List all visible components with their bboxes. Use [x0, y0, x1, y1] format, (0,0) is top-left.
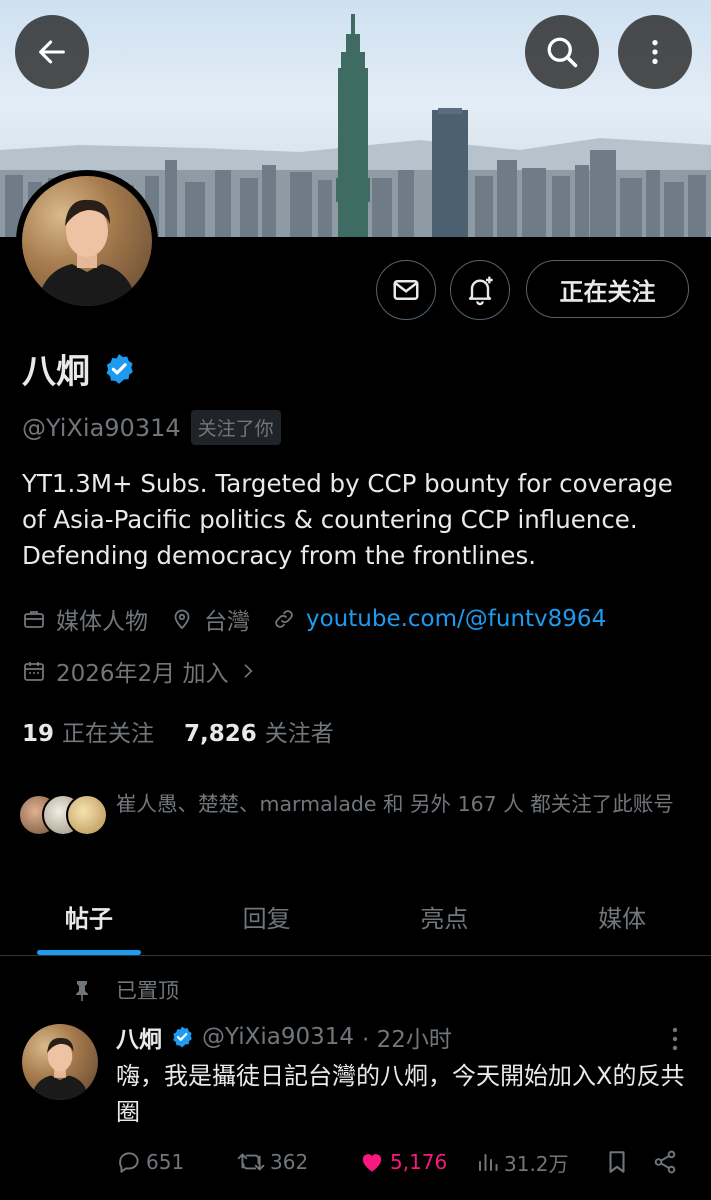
reply-button[interactable]: 651 [116, 1149, 236, 1175]
profile-handle: @YiXia90314 [22, 413, 181, 442]
bookmark-button[interactable] [604, 1148, 652, 1176]
following-stat[interactable]: 19 正在关注 [22, 714, 154, 748]
profile-category: 媒体人物 [56, 609, 148, 635]
profile-location: 台灣 [204, 609, 250, 635]
tweet-header: 八炯 @YiXia90314 · 22小时 [116, 1020, 452, 1054]
tab-replies[interactable]: 回复 [178, 878, 356, 955]
pin-icon [76, 981, 88, 1001]
bell-plus-icon [468, 276, 493, 306]
link-icon [275, 610, 293, 628]
tab-media[interactable]: 媒体 [533, 878, 711, 955]
briefcase-icon [24, 611, 44, 628]
profile-bio: YT1.3M+ Subs. Targeted by CCP bounty for… [22, 469, 673, 570]
tweet-text: 嗨，我是攝徒日記台灣的八炯，今天開始加入X的反共圈 [116, 1062, 685, 1126]
like-button[interactable]: 5,176 [358, 1149, 476, 1175]
heart-filled-icon [362, 1154, 382, 1172]
mutual-avatar [66, 794, 108, 836]
joined-row: 2026年2月 加入 [22, 654, 280, 688]
search-button[interactable] [525, 15, 599, 89]
views-button[interactable]: 31.2万 [476, 1148, 604, 1177]
tweet-more-icon[interactable] [666, 1026, 684, 1052]
location-pin-icon [174, 609, 190, 630]
mutual-followers-text: 崔人愚、楚楚、marmalade 和 另外 167 人 都关注了此账号 [116, 792, 674, 816]
avatar-image [30, 1037, 90, 1100]
followers-label: 关注者 [264, 721, 334, 747]
reply-count: 651 [146, 1150, 185, 1174]
repost-button[interactable]: 362 [236, 1149, 358, 1175]
bookmark-icon [609, 1151, 625, 1173]
verified-badge-icon [173, 1026, 192, 1048]
chevron-right-icon[interactable] [238, 661, 258, 681]
view-count: 31.2万 [504, 1151, 569, 1176]
tweet-author-name[interactable]: 八炯 [116, 1020, 162, 1054]
mutual-followers[interactable]: 崔人愚、楚楚、marmalade 和 另外 167 人 都关注了此账号 [18, 788, 682, 836]
like-count: 5,176 [390, 1150, 448, 1174]
repost-count: 362 [270, 1150, 309, 1174]
avatar-image [37, 199, 137, 306]
arrow-left-icon [39, 40, 65, 64]
profile-meta-row: 媒体人物 台灣 youtube.com/@funtv8964 [22, 602, 628, 636]
tweet-time[interactable]: · 22小时 [362, 1020, 452, 1054]
followers-stat[interactable]: 7,826 关注者 [184, 714, 334, 748]
tweet-author-avatar[interactable] [22, 1024, 98, 1100]
notifications-button[interactable] [450, 260, 510, 320]
handle-row: @YiXia90314 关注了你 [22, 410, 281, 445]
profile-avatar[interactable] [16, 170, 158, 312]
search-icon [547, 37, 578, 68]
tab-highlights[interactable]: 亮点 [356, 878, 534, 955]
followers-count: 7,826 [184, 721, 257, 747]
views-chart-icon [479, 1154, 498, 1171]
reply-icon [119, 1152, 139, 1173]
follows-you-badge: 关注了你 [190, 410, 281, 445]
following-label: 正在关注 [62, 721, 155, 747]
joined-date: 2026年2月 加入 [56, 661, 229, 687]
back-button[interactable] [15, 15, 89, 89]
pinned-label: 已置顶 [116, 979, 179, 1003]
share-icon [654, 1150, 676, 1174]
pinned-label-row: 已置顶 [70, 975, 179, 1005]
repost-icon [237, 1153, 265, 1171]
calendar-icon [24, 662, 44, 681]
share-button[interactable] [652, 1149, 682, 1175]
follow-stats: 19 正在关注 7,826 关注者 [22, 714, 334, 748]
following-button[interactable]: 正在关注 [526, 260, 689, 318]
tweet-actions: 651 362 5,176 31.2万 [116, 1145, 686, 1179]
message-button[interactable] [376, 260, 436, 320]
more-vertical-icon [652, 40, 658, 64]
profile-tabs: 帖子 回复 亮点 媒体 [0, 878, 711, 956]
mutual-avatars [18, 788, 110, 836]
mail-icon [393, 280, 419, 300]
more-options-button[interactable] [618, 15, 692, 89]
verified-badge-icon[interactable] [102, 352, 136, 386]
tab-posts[interactable]: 帖子 [0, 878, 178, 955]
following-count: 19 [22, 721, 55, 747]
display-name: 八炯 [22, 352, 90, 392]
tweet-author-handle: @YiXia90314 [202, 1024, 355, 1050]
profile-name-row: 八炯 [22, 344, 136, 393]
profile-website-link[interactable]: youtube.com/@funtv8964 [306, 606, 606, 632]
